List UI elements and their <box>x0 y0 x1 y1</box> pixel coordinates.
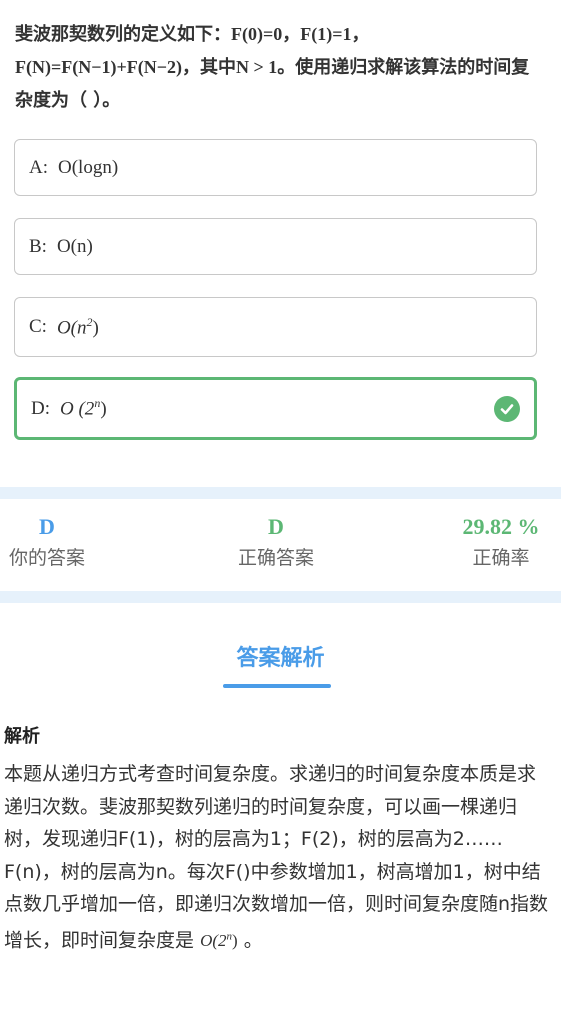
option-b[interactable]: B: O(n) <box>14 218 537 275</box>
stats-panel: D 你的答案 D 正确答案 29.82 % 正确率 <box>0 499 561 591</box>
your-answer-value: D <box>39 514 55 539</box>
question-middle: ，其中 <box>181 57 236 78</box>
tab-underline <box>223 684 331 688</box>
option-letter: C: <box>29 316 47 337</box>
correct-answer-stat: D 正确答案 <box>224 513 328 573</box>
check-circle-icon <box>494 395 520 422</box>
analysis-end: 。 <box>243 929 263 952</box>
correct-answer-value: D <box>268 514 284 539</box>
divider-band <box>0 591 561 603</box>
divider-band <box>0 487 561 499</box>
option-text: O(n) <box>56 235 93 257</box>
question-prefix: 斐波那契数列的定义如下： <box>15 24 231 45</box>
option-letter: D: <box>31 397 50 419</box>
option-formula: O (2n) <box>60 396 107 420</box>
analysis-body: 本题从递归方式考查时间复杂度。求递归的时间复杂度本质是求递归次数。斐波那契数列递… <box>4 758 552 958</box>
option-d[interactable]: D: O (2n) <box>14 377 537 440</box>
analysis-formula: O(2n) <box>200 930 238 951</box>
correct-answer-label: 正确答案 <box>237 547 314 569</box>
analysis-heading: 解析 <box>4 726 40 747</box>
option-letter: A: <box>29 156 48 178</box>
option-text: O(logn) <box>58 156 119 178</box>
option-a[interactable]: A: O(logn) <box>14 139 537 196</box>
tab-answer-analysis[interactable]: 答案解析 <box>0 640 561 672</box>
question-condition: N > 1 <box>235 57 278 77</box>
option-letter: B: <box>29 235 47 257</box>
accuracy-stat: 29.82 % 正确率 <box>441 513 561 573</box>
analysis-text: 本题从递归方式考查时间复杂度。求递归的时间复杂度本质是求递归次数。斐波那契数列递… <box>4 763 549 952</box>
your-answer-stat: D 你的答案 <box>0 513 94 573</box>
option-c[interactable]: C: O(n2) <box>14 297 537 357</box>
your-answer-label: 你的答案 <box>8 547 85 569</box>
accuracy-value: 29.82 % <box>462 514 540 539</box>
accuracy-label: 正确率 <box>472 547 530 569</box>
option-formula: O(n2) <box>56 314 99 339</box>
question-text: 斐波那契数列的定义如下：F(0)=0，F(1)=1，F(N)=F(N−1)+F(… <box>15 18 545 117</box>
